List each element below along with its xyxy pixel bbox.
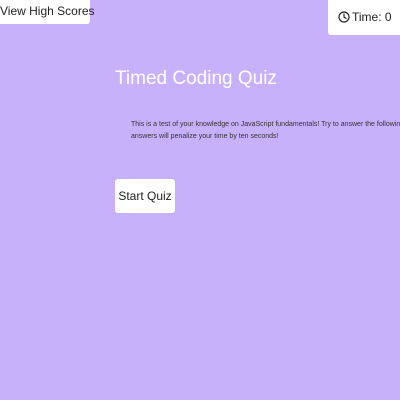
quiz-description: This is a test of your knowledge on Java… (131, 119, 400, 145)
timer-display: Time: 0 (328, 0, 400, 35)
description-line: This is a test of your knowledge on Java… (131, 121, 400, 128)
start-quiz-button[interactable]: Start Quiz (115, 179, 175, 213)
description-line: answers will penalize your time by ten s… (131, 133, 279, 140)
page-title: Timed Coding Quiz (115, 68, 277, 89)
timer-text: Time: 0 (352, 10, 392, 24)
view-high-scores-button[interactable]: View High Scores (0, 0, 95, 24)
clock-icon (338, 11, 350, 23)
